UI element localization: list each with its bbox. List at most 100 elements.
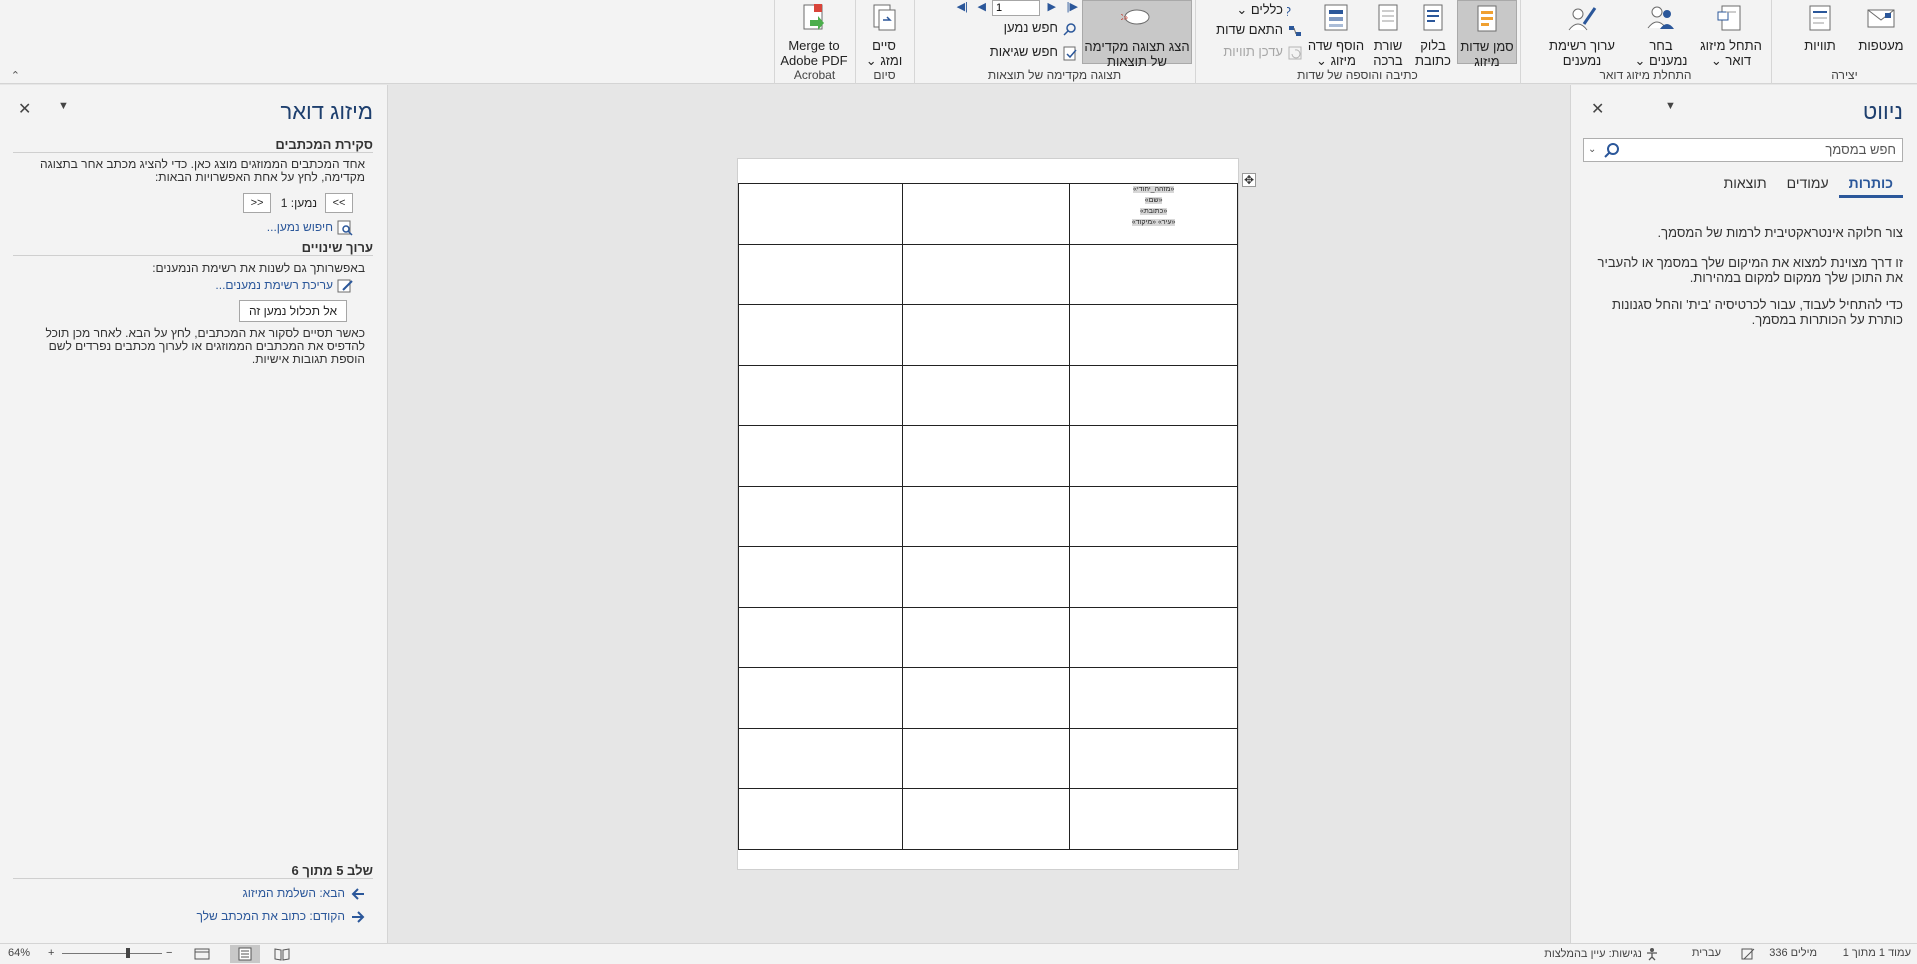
zoom-in-button[interactable]: + [48, 947, 54, 959]
next-recipient-button[interactable]: << [243, 193, 271, 213]
label-cell[interactable] [1069, 304, 1238, 366]
zoom-out-button[interactable]: − [166, 947, 172, 959]
start-mail-merge-button[interactable]: התחל מיזוג דואר ⌄ [1700, 0, 1762, 68]
exclude-recipient-button[interactable]: אל תכלול נמען זה [239, 300, 347, 322]
label-cell[interactable] [1069, 485, 1238, 547]
label-cell[interactable] [901, 606, 1071, 668]
pane-options-dropdown-icon[interactable]: ▼ [1665, 100, 1676, 112]
label-cell[interactable] [738, 788, 903, 850]
label-cell[interactable] [901, 183, 1071, 245]
collapse-ribbon-icon[interactable]: ⌃ [6, 69, 20, 82]
start-merge-label1: התחל מיזוג [1700, 38, 1762, 53]
select-recipients-button[interactable]: בחר נמענים ⌄ [1630, 0, 1692, 68]
edit-recipient-label2: נמענים [1562, 53, 1602, 68]
nav-search-placeholder: חפש במסמך [1825, 142, 1896, 157]
label-cell[interactable] [901, 546, 1071, 608]
tab-results[interactable]: תוצאות [1714, 175, 1777, 198]
close-icon[interactable]: ✕ [18, 99, 31, 119]
close-icon[interactable]: ✕ [1591, 99, 1604, 119]
record-number-input[interactable] [992, 0, 1040, 16]
next-step-link[interactable]: הבא: השלמת המיזוג [243, 886, 365, 900]
group-acrobat: Merge to Adobe PDF Acrobat [774, 0, 854, 84]
nav-help-text-1: צור חלוקה אינטראקטיבית לרמות של המסמך. [1657, 225, 1903, 240]
label-cell[interactable]: «מזהה_יחודי» «שם» «כתובת» «עיר» «מיקוד» [1069, 183, 1238, 245]
label-cell[interactable] [1069, 788, 1238, 850]
label-cell[interactable] [1069, 243, 1238, 305]
label-cell[interactable] [901, 425, 1071, 487]
zoom-slider[interactable] [62, 948, 162, 958]
label-cell[interactable] [1069, 364, 1238, 426]
update-labels-icon [1287, 45, 1303, 61]
label-cell[interactable] [901, 667, 1071, 729]
label-cell[interactable] [901, 727, 1071, 789]
search-icon [1604, 142, 1620, 158]
label-cell[interactable] [901, 364, 1071, 426]
highlight-merge-fields-button[interactable]: סמן שדות מיזוג [1457, 0, 1517, 69]
preview-results-label2: של תוצאות [1107, 54, 1167, 69]
greeting-line-button[interactable]: שורת ברכה [1367, 0, 1409, 68]
label-cell[interactable] [738, 183, 903, 245]
label-cell[interactable] [901, 485, 1071, 547]
proofing-icon[interactable] [1741, 947, 1755, 961]
label-cell[interactable] [738, 606, 903, 668]
label-cell[interactable] [738, 667, 903, 729]
find-recipient-link[interactable]: חיפוש נמען... [267, 220, 353, 236]
merge-to-pdf-button[interactable]: Merge to Adobe PDF [780, 0, 848, 68]
document-page[interactable]: ✥ «מזהה_יחודי» «שם» «כתובת» «עיר» «מיקוד» [737, 158, 1256, 870]
edit-recipient-list-link[interactable]: עריכת רשימת נמענים... [215, 278, 353, 294]
last-record-icon[interactable]: ▶| [1064, 0, 1078, 14]
web-layout-icon[interactable] [194, 947, 210, 961]
label-cell[interactable] [738, 243, 903, 305]
labels-button[interactable]: תוויות [1795, 0, 1845, 64]
merge-field-text: «שם» [1144, 197, 1163, 204]
nav-search-input[interactable]: חפש במסמך ⌄ [1583, 138, 1903, 162]
label-cell[interactable] [901, 304, 1071, 366]
finish-merge-button[interactable]: סיים ומזג ⌄ [859, 0, 909, 68]
update-labels-button[interactable]: עדכן תוויות [1223, 42, 1303, 62]
first-record-icon[interactable]: |◀ [954, 0, 968, 14]
page-count[interactable]: עמוד 1 מתוך 1 [1843, 947, 1911, 959]
label-cell[interactable] [901, 243, 1071, 305]
label-cell[interactable] [738, 485, 903, 547]
accessibility-status[interactable]: נגישות: עיין בהמלצות [1544, 947, 1659, 961]
label-cell[interactable] [738, 304, 903, 366]
read-mode-icon[interactable] [274, 947, 290, 961]
label-cell[interactable] [738, 364, 903, 426]
next-record-icon[interactable]: ▶ [1046, 0, 1056, 14]
previous-step-link[interactable]: הקודם: כתוב את המכתב שלך [196, 909, 365, 923]
tab-pages[interactable]: עמודים [1777, 175, 1839, 198]
find-recipient-button[interactable]: חפש נמען [1004, 18, 1078, 38]
preview-results-icon: «ABC» [1121, 3, 1153, 35]
pane-options-dropdown-icon[interactable]: ▼ [58, 100, 69, 112]
label-cell[interactable] [1069, 425, 1238, 487]
label-cell[interactable] [1069, 606, 1238, 668]
chevron-down-icon[interactable]: ⌄ [1588, 139, 1596, 161]
mail-merge-pane: מיזוג דואר ▼ ✕ סקירת המכתבים אחד המכתבים… [0, 85, 388, 943]
previous-record-icon[interactable]: ◀ [976, 0, 986, 14]
label-cell[interactable] [1069, 667, 1238, 729]
label-cell[interactable] [901, 788, 1071, 850]
labels-label: תוויות [1804, 38, 1836, 53]
address-block-button[interactable]: בלוק כתובת [1411, 0, 1455, 68]
envelopes-button[interactable]: מעטפות [1849, 0, 1913, 64]
label-cell[interactable] [738, 425, 903, 487]
label-cell[interactable] [738, 546, 903, 608]
rules-button[interactable]: ? כללים ⌄ [1236, 0, 1303, 20]
merge-field: «שם» [1070, 196, 1237, 206]
label-cell[interactable] [1069, 727, 1238, 789]
match-fields-button[interactable]: התאם שדות [1216, 20, 1303, 40]
previous-recipient-button[interactable]: >> [325, 193, 353, 213]
language[interactable]: עברית [1692, 947, 1721, 959]
insert-merge-field-button[interactable]: הוסף שדה מיזוג ⌄ [1307, 0, 1365, 68]
edit-recipient-list-button[interactable]: ערוך רשימת נמענים [1542, 0, 1622, 68]
table-move-handle-icon[interactable]: ✥ [1242, 173, 1256, 187]
label-cell[interactable] [738, 727, 903, 789]
zoom-level[interactable]: 64% [8, 947, 30, 959]
print-layout-icon[interactable] [230, 945, 260, 963]
check-errors-button[interactable]: חפש שגיאות [990, 42, 1078, 62]
preview-results-button[interactable]: «ABC» הצג תצוגה מקדימה של תוצאות [1082, 0, 1192, 69]
label-cell[interactable] [1069, 546, 1238, 608]
zoom-slider-thumb[interactable] [126, 948, 130, 958]
tab-headings[interactable]: כותרות [1838, 175, 1903, 198]
word-count[interactable]: 336 מילים [1769, 947, 1817, 959]
